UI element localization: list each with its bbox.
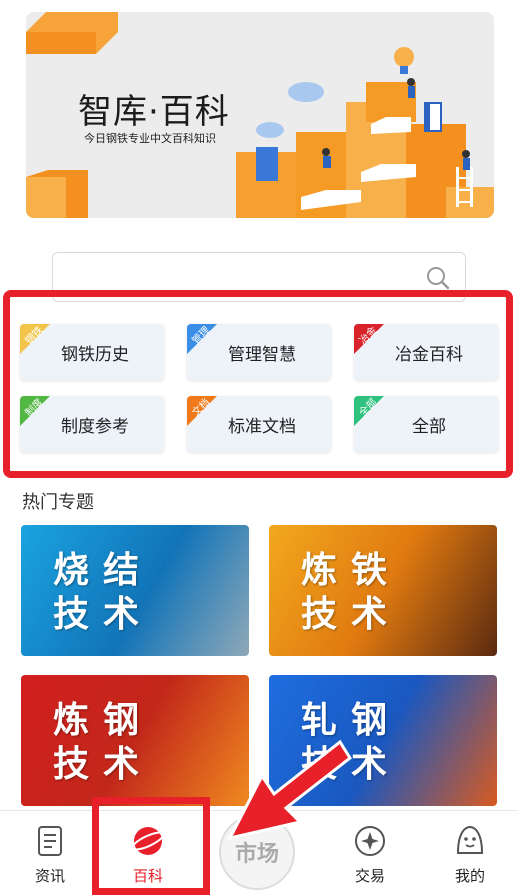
category-label: 冶金百科: [395, 344, 463, 365]
profile-icon: [456, 825, 484, 854]
topic-sintering[interactable]: 烧结 技术: [21, 525, 249, 656]
topic-line2: 技术: [53, 744, 154, 785]
banner-subtitle: 今日钢铁专业中文百科知识: [84, 132, 216, 145]
wiki-highlight-box: [92, 797, 210, 895]
topic-line1: 烧结: [53, 550, 154, 591]
news-icon: [38, 826, 62, 856]
nav-mine-label: 我的: [454, 867, 485, 885]
category-label: 管理智慧: [228, 344, 296, 365]
category-label: 标准文档: [228, 416, 296, 437]
search-icon[interactable]: [425, 265, 451, 291]
nav-news-label: 资讯: [34, 867, 65, 885]
category-steel-history[interactable]: 钢铁 钢铁历史: [20, 324, 164, 380]
category-management[interactable]: 管理 管理智慧: [187, 324, 331, 380]
category-all[interactable]: 全部 全部: [354, 396, 498, 452]
category-label: 全部: [412, 416, 446, 437]
category-label: 制度参考: [61, 416, 129, 437]
topic-line2: 技术: [53, 594, 154, 635]
topic-line1: 炼钢: [53, 700, 154, 741]
banner[interactable]: 智库·百科 今日钢铁专业中文百科知识: [26, 12, 494, 218]
topic-line1: 轧钢: [301, 700, 402, 741]
topic-line2: 技术: [301, 594, 402, 635]
nav-mine[interactable]: 我的: [420, 811, 518, 895]
hot-topics-title: 热门专题: [22, 492, 94, 513]
category-standards[interactable]: 文档 标准文档: [187, 396, 331, 452]
pointer-arrow-icon: [227, 739, 352, 841]
topic-steelmaking[interactable]: 炼钢 技术: [21, 675, 249, 806]
category-label: 钢铁历史: [61, 344, 129, 365]
nav-trade-label: 交易: [354, 867, 385, 885]
banner-title: 智库·百科: [78, 92, 230, 132]
topic-ironmaking[interactable]: 炼铁 技术: [269, 525, 497, 656]
topic-line1: 炼铁: [301, 550, 402, 591]
category-metallurgy[interactable]: 冶金 冶金百科: [354, 324, 498, 380]
nav-news[interactable]: 资讯: [0, 811, 100, 895]
trade-icon: [355, 826, 385, 856]
category-regulations[interactable]: 制度 制度参考: [20, 396, 164, 452]
